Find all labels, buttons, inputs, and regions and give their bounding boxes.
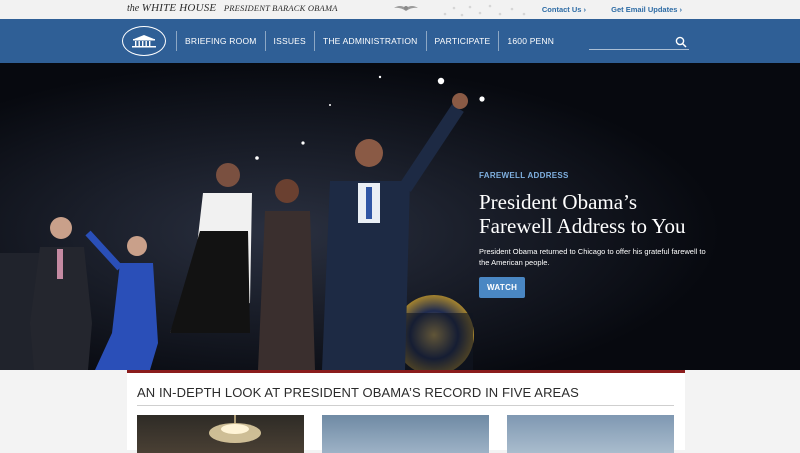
hero-text: FAREWELL ADDRESS President Obama’s Farew… xyxy=(479,171,719,298)
section-title: AN IN-DEPTH LOOK AT PRESIDENT OBAMA’S RE… xyxy=(137,385,579,400)
hero-headline-line-2: Farewell Address to You xyxy=(479,214,686,238)
brand-name: WHITE HOUSE xyxy=(141,2,217,14)
search-box xyxy=(589,36,689,50)
search-input[interactable] xyxy=(589,36,669,49)
site-brand[interactable]: the WHITE HOUSE PRESIDENT BARACK OBAMA xyxy=(127,2,338,14)
record-section: AN IN-DEPTH LOOK AT PRESIDENT OBAMA’S RE… xyxy=(127,370,685,453)
record-card-3[interactable] xyxy=(507,415,674,453)
nav-1600-penn[interactable]: 1600 PENN xyxy=(498,31,562,51)
hero-headline-line-1: President Obama’s xyxy=(479,190,638,214)
nav-menu: BRIEFING ROOM ISSUES THE ADMINISTRATION … xyxy=(176,19,562,63)
email-updates-link[interactable]: Get Email Updates › xyxy=(611,5,682,14)
brand-prefix: the xyxy=(127,3,140,14)
utility-links: Contact Us › Get Email Updates › xyxy=(519,5,682,14)
nav-briefing-room[interactable]: BRIEFING ROOM xyxy=(176,31,265,51)
nav-participate[interactable]: PARTICIPATE xyxy=(425,31,499,51)
watch-button[interactable]: WATCH xyxy=(479,277,526,298)
nav-issues[interactable]: ISSUES xyxy=(264,31,314,51)
white-house-icon xyxy=(132,35,156,48)
hero-subhead: President Obama returned to Chicago to o… xyxy=(479,247,706,267)
contact-us-link[interactable]: Contact Us › xyxy=(542,5,586,14)
utility-bar: the WHITE HOUSE PRESIDENT BARACK OBAMA C… xyxy=(0,0,800,19)
hero-eyebrow: FAREWELL ADDRESS xyxy=(479,171,569,180)
white-house-logo[interactable] xyxy=(122,26,166,56)
eagle-seal-icon xyxy=(394,6,418,11)
hero-banner[interactable]: FAREWELL ADDRESS President Obama’s Farew… xyxy=(0,63,800,370)
record-card-2[interactable] xyxy=(322,415,489,453)
search-icon[interactable] xyxy=(675,36,687,48)
brand-president: PRESIDENT BARACK OBAMA xyxy=(223,3,338,13)
stars-decoration-icon xyxy=(443,4,526,17)
hero-headline[interactable]: President Obama’s Farewell Address to Yo… xyxy=(479,190,719,238)
nav-the-administration[interactable]: THE ADMINISTRATION xyxy=(313,31,426,51)
main-navigation: BRIEFING ROOM ISSUES THE ADMINISTRATION … xyxy=(0,19,800,63)
record-card-1[interactable] xyxy=(137,415,304,453)
section-divider xyxy=(137,405,674,406)
chandelier-photo xyxy=(209,415,261,443)
